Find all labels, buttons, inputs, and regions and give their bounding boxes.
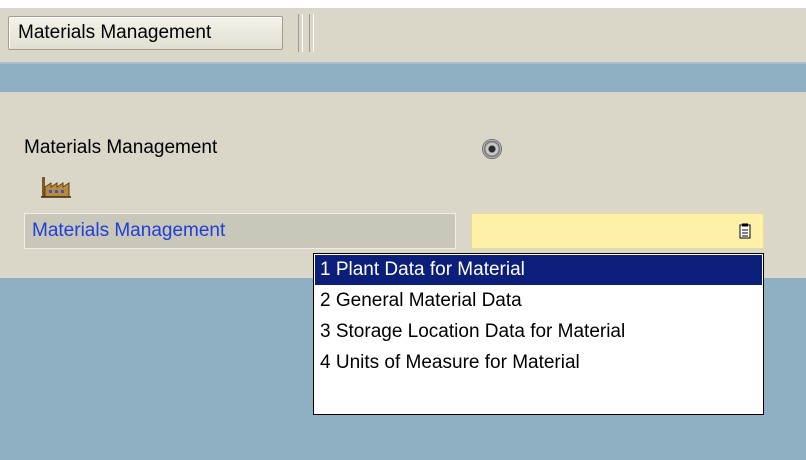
materials-management-button[interactable]: Materials Management: [8, 16, 283, 50]
application-toolbar: Materials Management: [0, 8, 806, 62]
toolbar-separator: [309, 14, 314, 52]
field-label: Materials Management: [24, 213, 456, 249]
dropdown-option[interactable]: 1 Plant Data for Material: [315, 255, 762, 285]
factory-icon: [41, 177, 71, 198]
dropdown-option[interactable]: 4 Units of Measure for Material: [315, 348, 762, 378]
row-label: Materials Management: [24, 137, 218, 158]
sap-screen: Materials Management Materials Managemen…: [0, 0, 806, 460]
blue-header-bar: [0, 62, 806, 92]
value-help-icon[interactable]: [739, 223, 751, 239]
radio-button[interactable]: [482, 139, 502, 159]
dropdown-list[interactable]: 1 Plant Data for Material 2 General Mate…: [313, 253, 764, 415]
toolbar-separator: [298, 14, 303, 52]
materials-management-input[interactable]: [471, 213, 764, 249]
selection-panel: [0, 92, 806, 278]
dropdown-option[interactable]: 2 General Material Data: [315, 286, 762, 316]
dropdown-option[interactable]: 3 Storage Location Data for Material: [315, 317, 762, 347]
